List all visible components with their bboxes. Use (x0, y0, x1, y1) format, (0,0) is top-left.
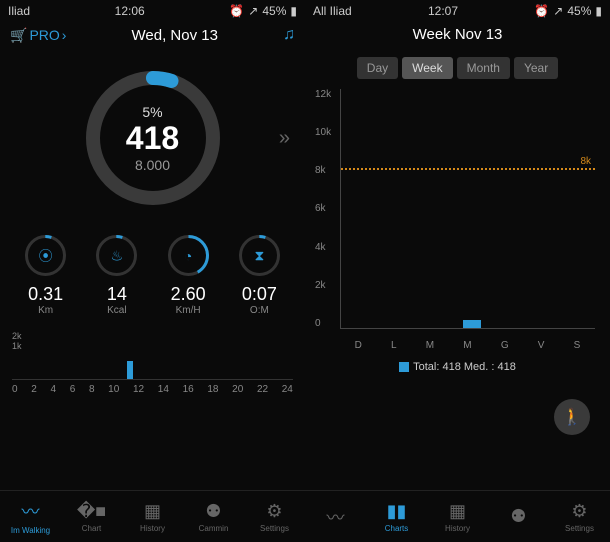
header-right: Week Nov 13 (305, 22, 610, 47)
hourly-chart[interactable]: 2k 1k 024681012141618202224 (0, 331, 305, 395)
period-day[interactable]: Day (357, 57, 398, 79)
bars-icon: ▮▮ (387, 501, 407, 522)
pro-badge[interactable]: 🛒 PRO › (10, 27, 66, 44)
people-icon: ⚉ (510, 506, 526, 527)
left-panel: Iliad 12:06 ⏰ ↗ 45% ▮ 🛒 PRO › Wed, Nov 1… (0, 0, 305, 490)
tab-history-r[interactable]: ▦History (427, 491, 488, 542)
metrics-row: ⦿ 0.31 Km ♨ 14 Kcal ◔ 2.60 Km/H ⧗ 0:07 O… (0, 233, 305, 316)
tab-walking-r[interactable]: 〰 (305, 491, 366, 542)
metric-time[interactable]: ⧗ 0:07 O:M (229, 233, 289, 316)
tab-cammin[interactable]: ⚉Cammin (183, 491, 244, 542)
date-label[interactable]: Wed, Nov 13 (132, 27, 218, 44)
battery-icon: ▮ (290, 4, 297, 18)
chart-yaxis: 12k10k8k6k4k2k0 (315, 89, 331, 329)
tab-charts-r[interactable]: ▮▮Charts (366, 491, 427, 542)
tab-bar: 〰Im Walking �■Chart ▦History ⚉Cammin ⚙Se… (0, 490, 610, 542)
clock: 12:07 (428, 4, 458, 18)
legend-color (399, 362, 409, 372)
walk-fab[interactable]: 🚶 (554, 399, 590, 435)
right-panel: All Iliad 12:07 ⏰ ↗ 45% ▮ Week Nov 13 Da… (305, 0, 610, 490)
gps-icon: ↗ (553, 4, 563, 18)
percent-label: 5% (142, 104, 162, 120)
clock: 12:06 (115, 4, 145, 18)
status-icons: ⏰ ↗ 45% ▮ (229, 4, 297, 18)
weekly-chart[interactable]: 12k10k8k6k4k2k0 8k DLMMGVS (305, 79, 610, 359)
alarm-icon: ⏰ (229, 4, 244, 18)
chart-legend: Total: 418 Med. : 418 (305, 361, 610, 373)
metric-speed[interactable]: ◔ 2.60 Km/H (158, 233, 218, 316)
hour-bar (127, 361, 133, 379)
status-bar-left: Iliad 12:06 ⏰ ↗ 45% ▮ (0, 0, 305, 22)
progress-ring-container: 5% 418 8.000 » (0, 63, 305, 213)
gauge-icon: ◔ (184, 248, 192, 264)
people-icon: ⚉ (205, 501, 221, 522)
music-icon[interactable]: ♫ (283, 26, 295, 44)
tab-history[interactable]: ▦History (122, 491, 183, 542)
calendar-icon: ▦ (144, 501, 161, 522)
goal-line: 8k (341, 168, 595, 170)
cart-icon: 🛒 (10, 27, 27, 44)
progress-ring[interactable]: 5% 418 8.000 (78, 63, 228, 213)
goal-label: 8.000 (135, 157, 170, 173)
status-icons: ⏰ ↗ 45% ▮ (534, 4, 602, 18)
period-selector: Day Week Month Year (305, 57, 610, 79)
carrier: All Iliad (313, 4, 352, 18)
header-left: 🛒 PRO › Wed, Nov 13 ♫ (0, 22, 305, 48)
walk-icon: 🚶 (562, 407, 582, 427)
metric-distance[interactable]: ⦿ 0.31 Km (16, 233, 76, 316)
tab-chart[interactable]: �■Chart (61, 491, 122, 542)
period-week[interactable]: Week (402, 57, 452, 79)
gps-icon: ↗ (248, 4, 258, 18)
metric-calories[interactable]: ♨ 14 Kcal (87, 233, 147, 316)
bars-icon: �■ (77, 501, 106, 522)
tab-settings-r[interactable]: ⚙Settings (549, 491, 610, 542)
hourly-xaxis: 024681012141618202224 (12, 384, 293, 395)
chart-xaxis: DLMMGVS (340, 340, 595, 351)
tab-people-r[interactable]: ⚉ (488, 491, 549, 542)
pin-icon: ⦿ (39, 246, 53, 266)
tab-walking[interactable]: 〰Im Walking (0, 491, 61, 542)
activity-icon: 〰 (22, 498, 40, 524)
page-title[interactable]: Week Nov 13 (413, 26, 503, 43)
battery-icon: ▮ (595, 4, 602, 18)
chevron-right-icon: › (62, 27, 67, 43)
period-month[interactable]: Month (457, 57, 510, 79)
steps-count: 418 (126, 120, 179, 157)
status-bar-right: All Iliad 12:07 ⏰ ↗ 45% ▮ (305, 0, 610, 22)
calendar-icon: ▦ (449, 501, 466, 522)
chart-plot: 8k (340, 89, 595, 329)
alarm-icon: ⏰ (534, 4, 549, 18)
carrier: Iliad (8, 4, 30, 18)
flame-icon: ♨ (111, 247, 124, 264)
tab-settings[interactable]: ⚙Settings (244, 491, 305, 542)
period-year[interactable]: Year (514, 57, 558, 79)
chevron-right-icon[interactable]: » (279, 127, 290, 150)
gear-icon: ⚙ (571, 501, 587, 522)
gear-icon: ⚙ (266, 501, 282, 522)
activity-icon: 〰 (327, 504, 345, 530)
hourglass-icon: ⧗ (254, 247, 264, 264)
chart-bar (463, 320, 481, 328)
